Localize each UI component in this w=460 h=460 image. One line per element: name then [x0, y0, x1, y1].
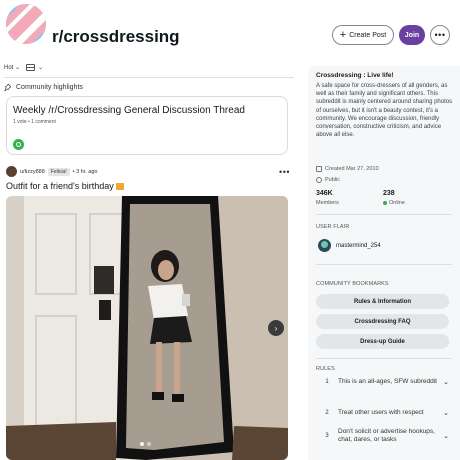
subreddit-name[interactable]: r/crossdressing — [52, 27, 180, 47]
subreddit-avatar[interactable] — [6, 4, 46, 44]
online-label: Online — [383, 200, 405, 206]
cake-emoji-icon — [115, 183, 124, 191]
divider — [4, 77, 294, 78]
rule-item[interactable]: 3 Don't solicit or advertise hookups, ch… — [316, 428, 452, 444]
sort-dropdown[interactable]: Hot ⌄ — [4, 64, 20, 71]
divider — [316, 214, 452, 215]
community-description: A safe space for cross-dressers of all g… — [316, 83, 453, 139]
post-more-button[interactable]: ••• — [279, 167, 290, 177]
community-highlights-toggle[interactable]: Community highlights — [4, 84, 83, 91]
bookmark-faq-button[interactable]: Crossdressing FAQ — [316, 314, 449, 329]
post-author-avatar[interactable] — [6, 166, 17, 177]
post-title[interactable]: Outfit for a friend's birthday — [6, 181, 124, 191]
community-display-name: Crossdressing : Live life! — [316, 72, 394, 79]
created-date: Created Mar 27, 2010 — [316, 166, 379, 172]
highlight-card[interactable]: Weekly /r/Crossdressing General Discussi… — [6, 96, 288, 155]
online-count: 238 — [383, 190, 395, 197]
visibility-text: Public — [325, 177, 340, 183]
view-dropdown[interactable]: ⌄ — [26, 64, 43, 71]
more-options-button[interactable]: ••• — [430, 25, 450, 45]
mirror-selfie-photo — [6, 196, 288, 460]
rule-text: Treat other users with respect — [338, 409, 424, 416]
author-flair: Felicia! — [47, 167, 70, 176]
carousel-next-button[interactable]: › — [268, 320, 284, 336]
rule-text: This is an all-ages, SFW subreddit — [338, 378, 437, 385]
highlight-type-icon — [13, 139, 24, 150]
rule-item[interactable]: 1 This is an all-ages, SFW subreddit ⌄ — [316, 378, 452, 386]
user-flair-row[interactable]: mastermind_254 — [318, 239, 381, 252]
post-image[interactable] — [6, 196, 288, 460]
bookmark-guide-button[interactable]: Dress-up Guide — [316, 334, 449, 349]
visibility: Public — [316, 177, 340, 183]
chevron-down-icon: ⌄ — [443, 379, 449, 386]
highlight-title[interactable]: Weekly /r/Crossdressing General Discussi… — [13, 105, 245, 116]
create-post-button[interactable]: + Create Post — [332, 25, 394, 45]
post-author[interactable]: u/tizzy888 — [20, 169, 45, 175]
highlights-label: Community highlights — [16, 84, 83, 91]
rule-number: 1 — [325, 379, 329, 385]
rule-number: 2 — [325, 410, 329, 416]
plus-icon: + — [339, 28, 347, 41]
rule-text: Don't solicit or advertise hookups, chat… — [338, 428, 435, 443]
online-dot-icon — [383, 201, 387, 205]
globe-icon — [316, 177, 322, 183]
bookmarks-heading: COMMUNITY BOOKMARKS — [316, 281, 389, 287]
members-label: Members — [316, 200, 339, 206]
create-post-label: Create Post — [349, 31, 387, 39]
join-button[interactable]: Join — [399, 25, 425, 45]
created-date-text: Created Mar 27, 2010 — [325, 166, 379, 172]
chevron-right-icon: › — [274, 323, 278, 333]
chevron-down-icon: ⌄ — [15, 65, 21, 71]
user-flair-heading: USER FLAIR — [316, 224, 350, 230]
user-flair-name: mastermind_254 — [336, 242, 381, 249]
sort-bar: Hot ⌄ ⌄ — [4, 64, 43, 71]
user-flair-avatar — [318, 239, 331, 252]
highlight-meta: 1 vote • 1 comment — [13, 119, 56, 125]
members-count: 346K — [316, 190, 333, 197]
online-label-text: Online — [389, 200, 405, 206]
rule-number: 3 — [325, 433, 329, 439]
layout-icon — [26, 64, 36, 71]
chevron-down-icon: ⌄ — [38, 65, 44, 71]
subreddit-header: r/crossdressing + Create Post Join ••• — [0, 0, 460, 58]
chevron-down-icon: ⌄ — [443, 410, 449, 417]
sort-label: Hot — [4, 65, 14, 71]
rules-heading: RULES — [316, 366, 335, 372]
cake-icon — [316, 166, 322, 172]
post-meta: u/tizzy888 Felicia! • 3 hr. ago ••• — [6, 166, 290, 177]
divider — [316, 264, 452, 265]
divider — [316, 358, 452, 359]
members-label-text: Members — [316, 200, 339, 206]
chevron-down-icon: ⌄ — [443, 433, 449, 440]
pin-icon — [4, 84, 11, 91]
post-time: • 3 hr. ago — [72, 168, 98, 175]
post-title-text: Outfit for a friend's birthday — [6, 181, 114, 191]
community-sidebar: Crossdressing : Live life! A safe space … — [308, 66, 460, 460]
bookmark-rules-button[interactable]: Rules & Information — [316, 294, 449, 309]
rule-item[interactable]: 2 Treat other users with respect ⌄ — [316, 409, 452, 417]
